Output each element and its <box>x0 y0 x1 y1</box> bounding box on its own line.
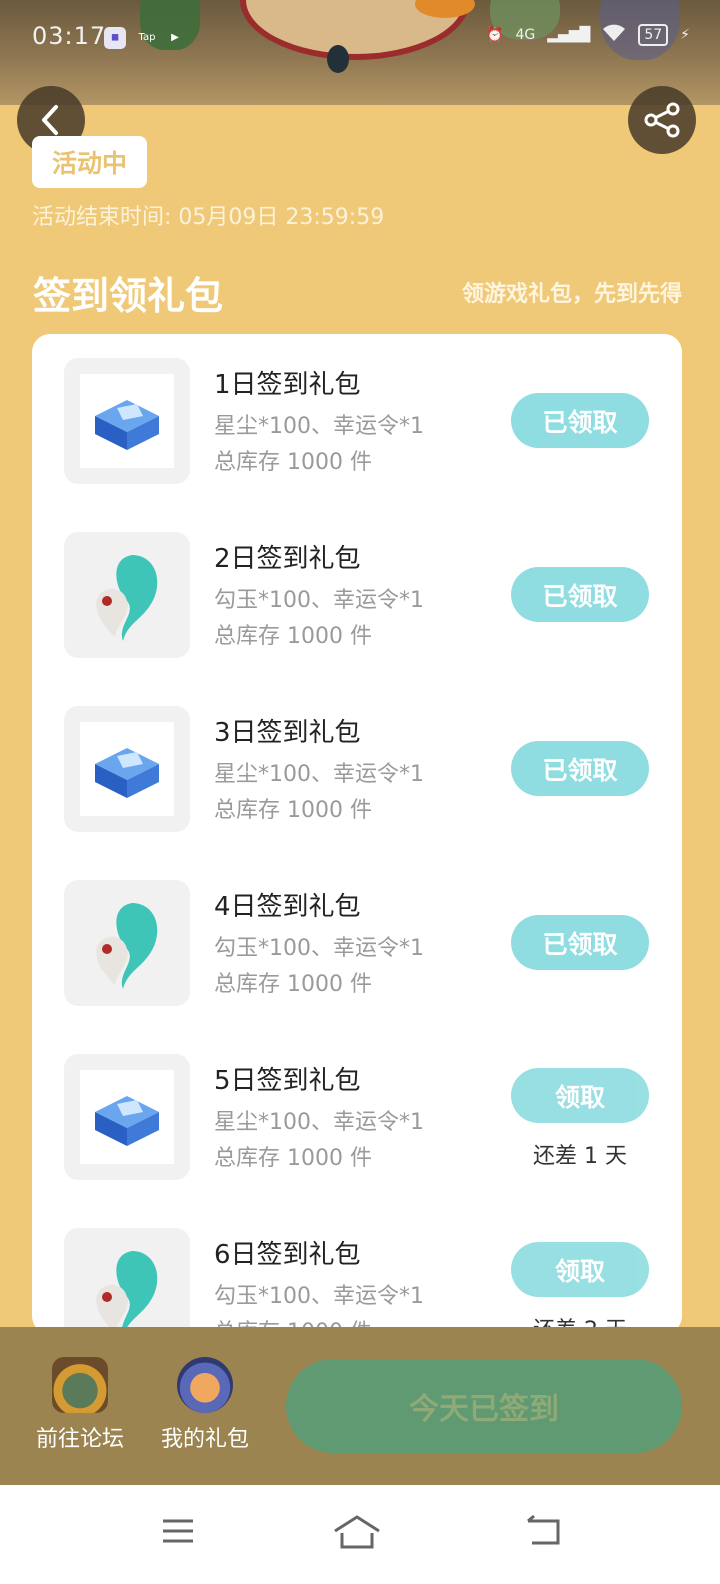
gift-thumbnail <box>64 358 190 484</box>
gift-title: 2日签到礼包 <box>214 544 361 574</box>
gift-contents: 星尘*100、幸运令*1 <box>214 762 424 787</box>
gift-row: 1日签到礼包 星尘*100、幸运令*1 总库存 1000 件 已领取 <box>32 334 682 508</box>
claimed-button[interactable]: 已领取 <box>511 567 649 622</box>
media-icon: ▶ <box>171 32 179 43</box>
gift-thumbnail <box>64 532 190 658</box>
claimed-button[interactable]: 已领取 <box>511 393 649 448</box>
gift-contents: 勾玉*100、幸运令*1 <box>214 588 424 613</box>
gift-title: 6日签到礼包 <box>214 1240 361 1270</box>
my-gifts-label: 我的礼包 <box>160 1427 249 1452</box>
status-bar: 03:17 ◼ Tap ▶ ⏰ 4G ▂▄▆█ 57 ⚡ <box>0 0 720 78</box>
network-label: 4G <box>515 27 536 43</box>
claim-button[interactable]: 领取 <box>511 1242 649 1297</box>
gift-thumbnail <box>64 880 190 1006</box>
gift-row: 6日签到礼包 勾玉*100、幸运令*1 总库存 1000 件 领取 还差 2 天 <box>32 1204 682 1334</box>
gift-contents: 星尘*100、幸运令*1 <box>214 414 424 439</box>
claimed-button[interactable]: 已领取 <box>511 915 649 970</box>
my-gifts-link[interactable]: 我的礼包 <box>150 1357 260 1453</box>
signal-icon: ▂▄▆█ <box>547 27 591 43</box>
section-title: 签到领礼包 <box>33 274 224 318</box>
gift-stock: 总库存 1000 件 <box>214 972 372 997</box>
blue-chest-icon <box>95 748 159 798</box>
gift-contents: 勾玉*100、幸运令*1 <box>214 1284 424 1309</box>
battery-indicator: 57 <box>638 24 669 46</box>
days-remaining: 还差 1 天 <box>533 1144 627 1169</box>
tap-app-icon: Tap <box>138 32 156 43</box>
wifi-icon <box>602 24 626 46</box>
charging-icon: ⚡ <box>680 27 690 43</box>
gift-contents: 星尘*100、幸运令*1 <box>214 1110 424 1135</box>
gift-row: 5日签到礼包 星尘*100、幸运令*1 总库存 1000 件 领取 还差 1 天 <box>32 1030 682 1204</box>
gift-thumbnail <box>64 706 190 832</box>
activity-end-time: 活动结束时间: 05月09日 23:59:59 <box>32 205 385 230</box>
alarm-icon: ⏰ <box>486 27 504 43</box>
game-forum-icon <box>52 1357 108 1413</box>
menu-icon[interactable] <box>160 1513 196 1549</box>
notification-app-icon: ◼ <box>104 27 126 49</box>
gift-stock: 总库存 1000 件 <box>214 798 372 823</box>
share-button[interactable] <box>628 86 696 154</box>
claimed-button[interactable]: 已领取 <box>511 741 649 796</box>
gift-title: 1日签到礼包 <box>214 370 361 400</box>
activity-status-badge: 活动中 <box>32 136 147 188</box>
jade-magatama-icon <box>96 903 158 989</box>
blue-chest-icon <box>95 400 159 450</box>
gift-title: 4日签到礼包 <box>214 892 361 922</box>
system-nav-bar <box>0 1485 720 1584</box>
back-nav-icon[interactable] <box>524 1513 564 1549</box>
gift-avatar-icon <box>177 1357 233 1413</box>
forum-link[interactable]: 前往论坛 <box>25 1357 135 1453</box>
jade-magatama-icon <box>96 555 158 641</box>
bottom-action-bar: 前往论坛 我的礼包 今天已签到 <box>0 1327 720 1485</box>
gift-contents: 勾玉*100、幸运令*1 <box>214 936 424 961</box>
jade-magatama-icon <box>96 1251 158 1334</box>
forum-label: 前往论坛 <box>35 1427 124 1452</box>
share-icon <box>644 102 680 138</box>
gift-thumbnail <box>64 1228 190 1334</box>
gift-stock: 总库存 1000 件 <box>214 1146 372 1171</box>
gift-stock: 总库存 1000 件 <box>214 624 372 649</box>
gift-title: 3日签到礼包 <box>214 718 361 748</box>
blue-chest-icon <box>95 1096 159 1146</box>
signed-in-today-button[interactable]: 今天已签到 <box>286 1359 682 1453</box>
gift-row: 2日签到礼包 勾玉*100、幸运令*1 总库存 1000 件 已领取 <box>32 508 682 682</box>
home-icon[interactable] <box>332 1513 382 1549</box>
gift-title: 5日签到礼包 <box>214 1066 361 1096</box>
gift-list[interactable]: 1日签到礼包 星尘*100、幸运令*1 总库存 1000 件 已领取 2日签到礼… <box>32 334 682 1334</box>
gift-stock: 总库存 1000 件 <box>214 450 372 475</box>
status-time: 03:17 <box>32 22 107 50</box>
gift-row: 3日签到礼包 星尘*100、幸运令*1 总库存 1000 件 已领取 <box>32 682 682 856</box>
section-subtitle: 领游戏礼包，先到先得 <box>461 282 682 307</box>
chevron-left-icon <box>42 105 58 135</box>
gift-row: 4日签到礼包 勾玉*100、幸运令*1 总库存 1000 件 已领取 <box>32 856 682 1030</box>
gift-thumbnail <box>64 1054 190 1180</box>
claim-button[interactable]: 领取 <box>511 1068 649 1123</box>
